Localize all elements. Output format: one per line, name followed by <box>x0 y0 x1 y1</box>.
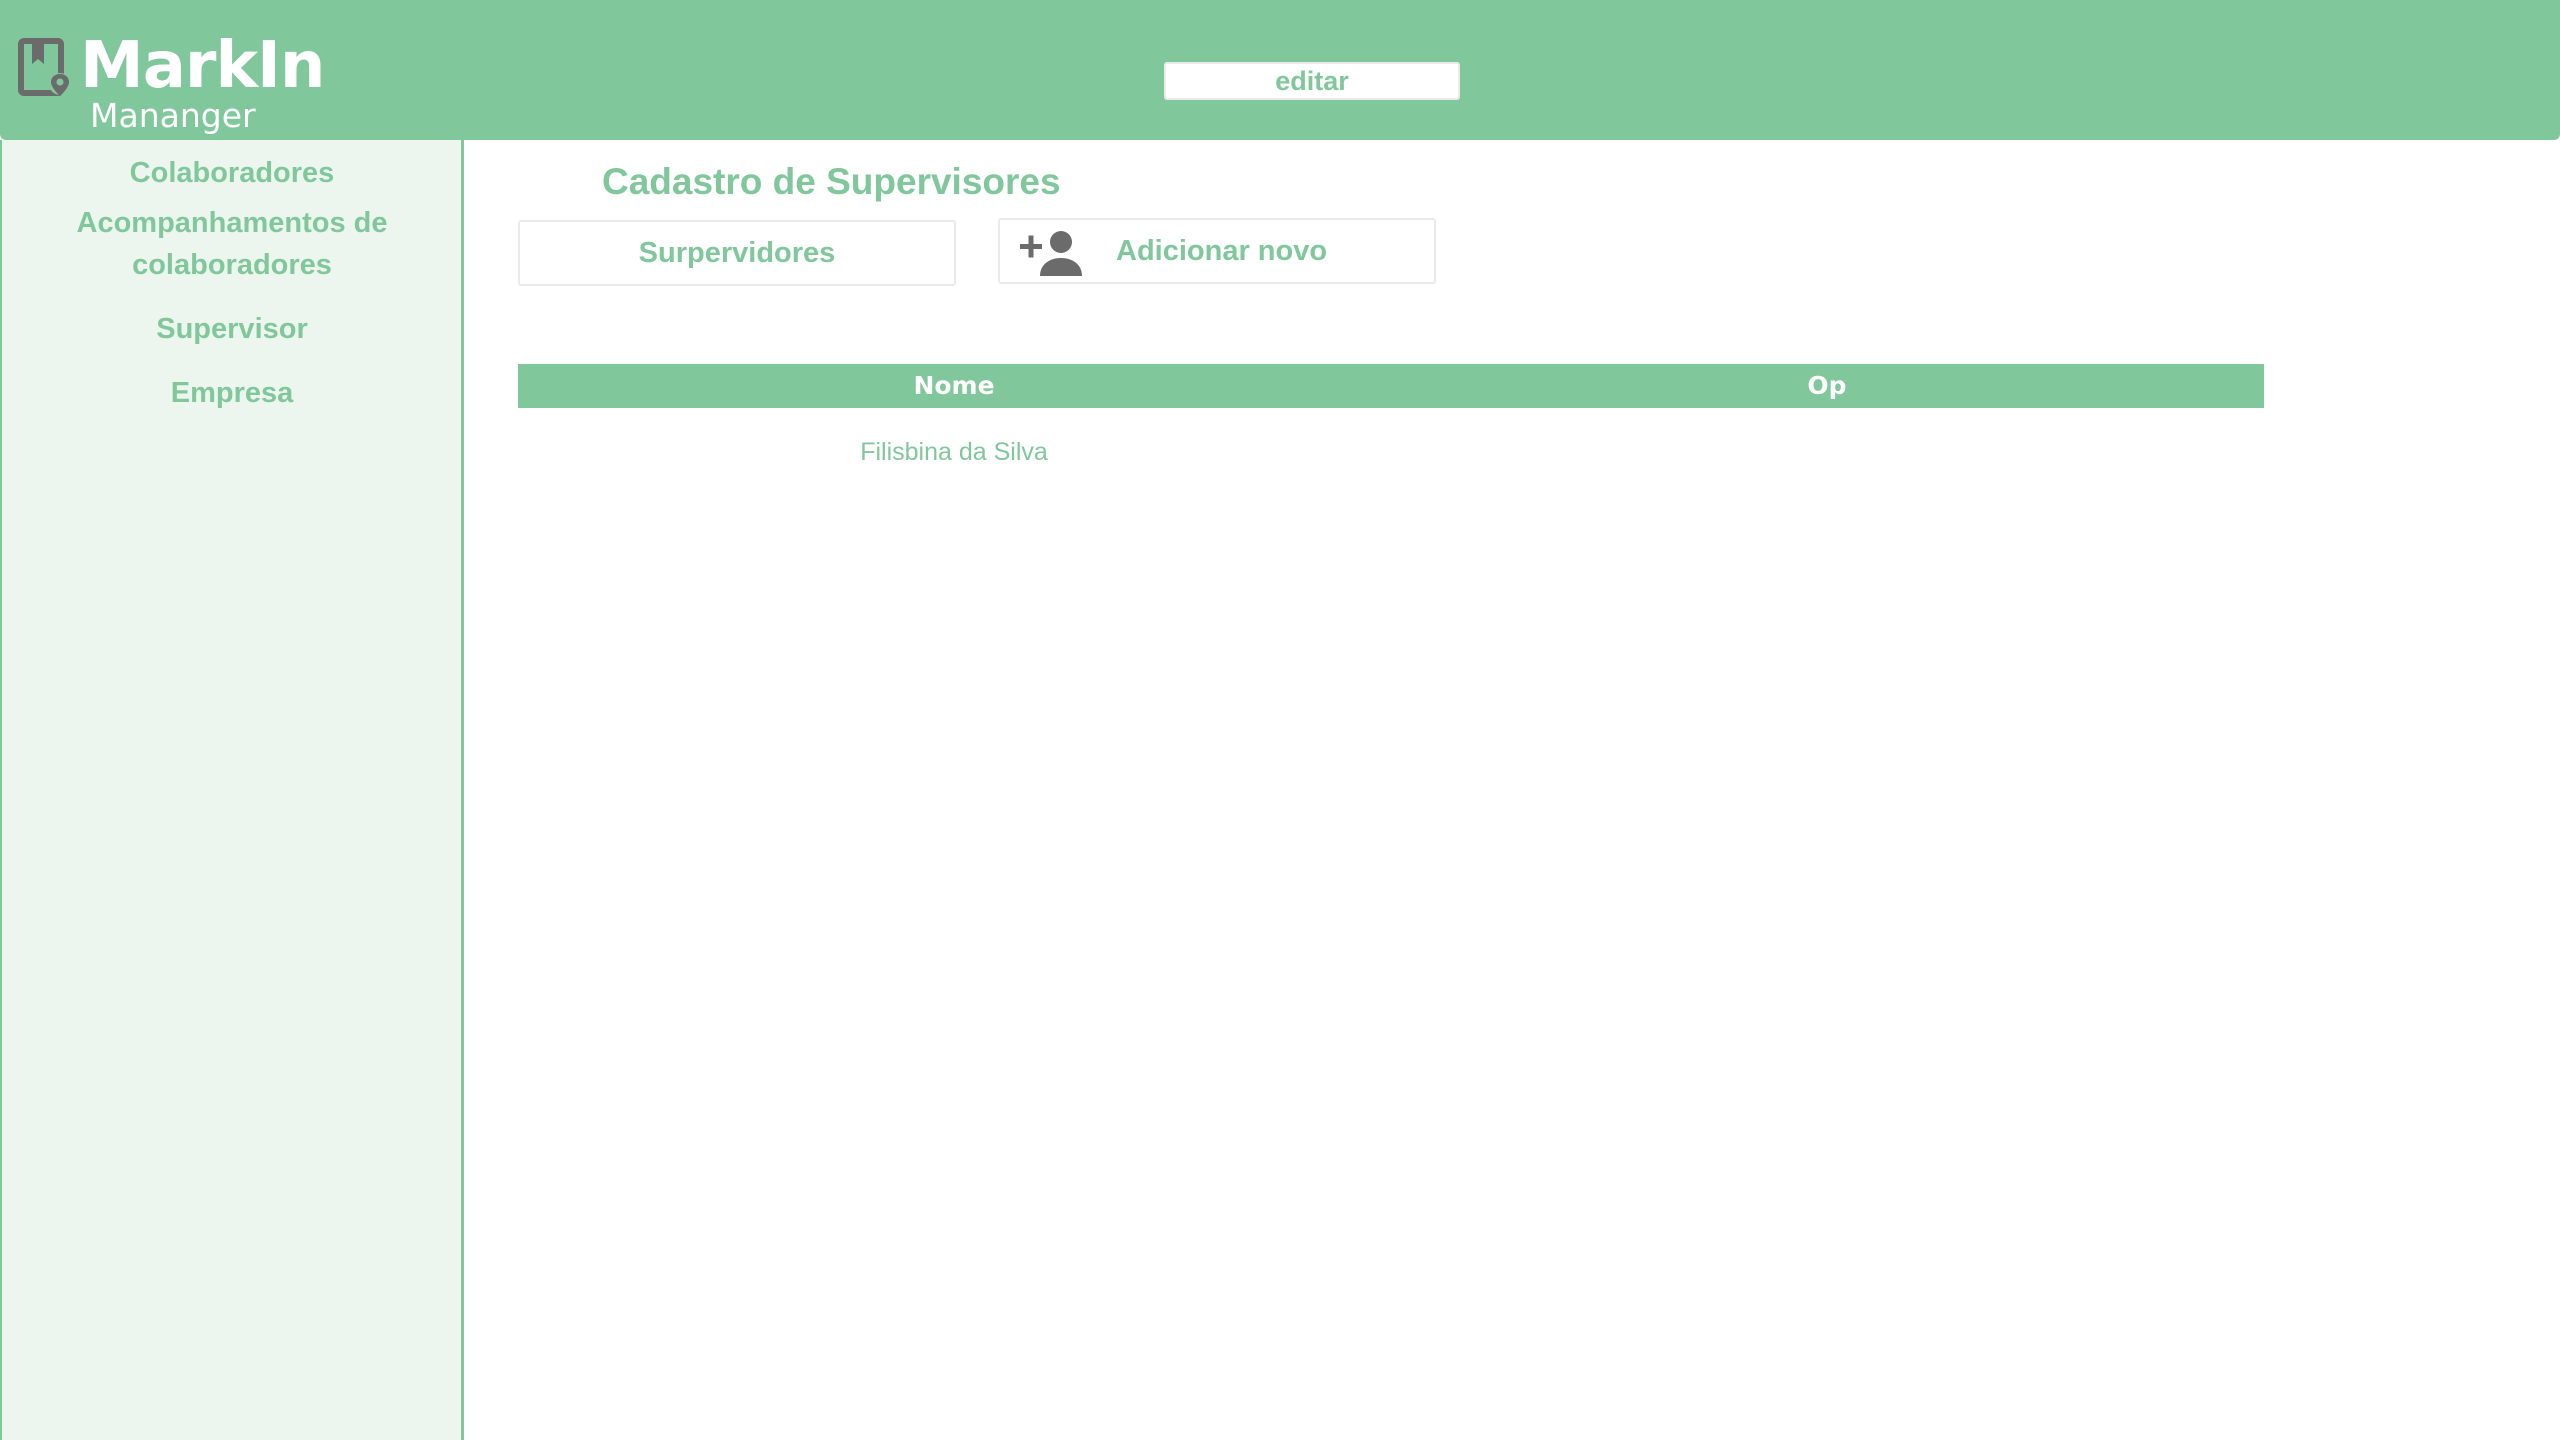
supervisor-name-cell: Filisbina da Silva <box>860 438 1048 466</box>
column-header-op: Op <box>1807 371 1847 400</box>
sidebar-item-acompanhamentos[interactable]: Acompanhamentos de colaboradores <box>2 202 462 286</box>
app-title: MarkIn <box>80 29 325 103</box>
sidebar-item-acompanhamentos-line1: Acompanhamentos de <box>76 207 388 239</box>
add-new-label: Adicionar novo <box>1116 235 1328 267</box>
table-row: Filisbina da Silva <box>518 408 2264 488</box>
supervisors-list-button[interactable]: Surpervidores <box>518 220 956 286</box>
add-new-button[interactable]: Adicionar novo <box>998 218 1436 284</box>
bookmark-location-icon <box>18 38 71 96</box>
column-header-name: Nome <box>913 371 995 400</box>
sidebar: Colaboradores Acompanhamentos de colabor… <box>0 140 464 1440</box>
sidebar-item-empresa[interactable]: Empresa <box>2 372 462 414</box>
page-title: Cadastro de Supervisores <box>602 161 1061 202</box>
sidebar-item-colaboradores[interactable]: Colaboradores <box>2 152 462 194</box>
table-header: Nome Op <box>518 364 2264 408</box>
supervisors-table: Nome Op Filisbina da Silva <box>518 364 2264 488</box>
sidebar-item-acompanhamentos-line2: colaboradores <box>132 249 332 281</box>
sidebar-item-supervisor[interactable]: Supervisor <box>2 308 462 350</box>
app-logo[interactable]: MarkIn Mananger <box>18 29 325 140</box>
add-person-icon <box>1020 231 1082 276</box>
edit-button[interactable]: editar <box>1164 62 1460 100</box>
app-subtitle: Mananger <box>90 96 256 135</box>
